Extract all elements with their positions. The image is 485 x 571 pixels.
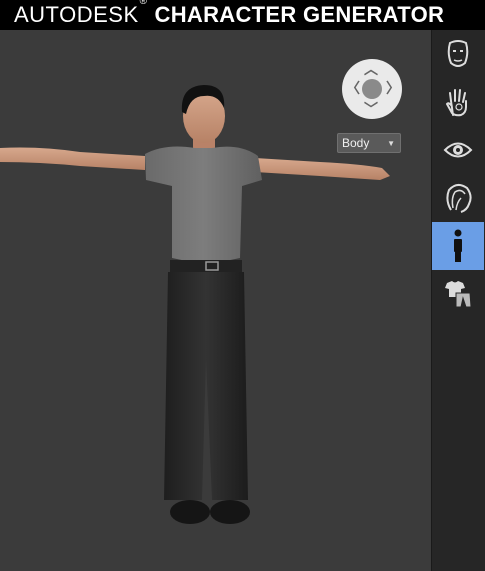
view-select-dropdown[interactable]: Body ▼: [337, 133, 401, 153]
eye-icon: [443, 142, 473, 158]
chevron-right-icon[interactable]: 〉: [386, 81, 400, 95]
pants: [164, 272, 248, 500]
body-icon: [454, 229, 462, 262]
sidebar-item-body[interactable]: [432, 222, 484, 270]
sidebar-item-clothing[interactable]: [432, 270, 484, 318]
camera-center-button[interactable]: [362, 79, 382, 99]
sidebar-item-skin[interactable]: [432, 78, 484, 126]
clothing-icon: [445, 281, 472, 308]
registered-mark: ®: [139, 0, 148, 7]
sidebar-item-hair[interactable]: [432, 174, 484, 222]
shirt: [145, 146, 262, 262]
chevron-down-icon: ▼: [387, 139, 395, 148]
right-shoe: [210, 500, 250, 524]
app-header: AUTODESK® CHARACTER GENERATOR: [0, 0, 485, 30]
chevron-up-icon[interactable]: ︿: [364, 62, 378, 76]
app-title: CHARACTER GENERATOR: [154, 2, 445, 27]
sidebar-item-eyes[interactable]: [432, 126, 484, 174]
3d-viewport[interactable]: ︿ ﹀ 〈 〉 Body ▼: [0, 30, 431, 571]
category-sidebar: [431, 30, 485, 571]
camera-navigation-control[interactable]: ︿ ﹀ 〈 〉: [342, 59, 402, 119]
sidebar-item-face[interactable]: [432, 30, 484, 78]
autodesk-brand: AUTODESK®: [14, 0, 148, 28]
chevron-left-icon[interactable]: 〈: [346, 81, 360, 95]
right-arm: [255, 158, 390, 180]
hair-icon: [446, 184, 472, 213]
chevron-down-icon[interactable]: ﹀: [364, 102, 378, 116]
skin-hand-icon: [445, 89, 467, 117]
left-arm: [0, 147, 145, 170]
face-icon: [447, 40, 469, 67]
brand-text: AUTODESK: [14, 2, 139, 27]
left-shoe: [170, 500, 210, 524]
view-select-value: Body: [342, 136, 370, 150]
